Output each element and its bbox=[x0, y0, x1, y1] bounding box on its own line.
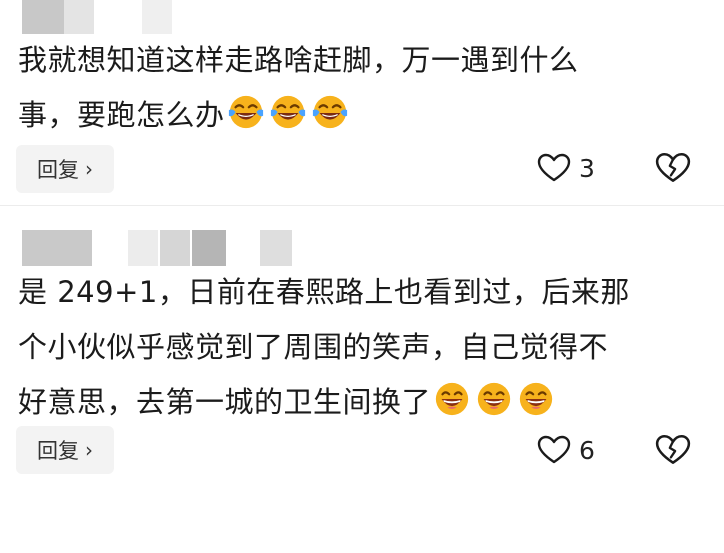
reply-button[interactable]: 回复 › bbox=[16, 145, 114, 193]
chevron-right-icon: › bbox=[85, 438, 93, 462]
comment-line: 是 249+1，日前在春熙路上也看到过，后来那 bbox=[18, 275, 630, 309]
comment-text: 我就想知道这样走路啥赶脚，万一遇到什么 事，要跑怎么办 bbox=[18, 33, 698, 143]
comment-line: 我就想知道这样走路啥赶脚，万一遇到什么 bbox=[18, 43, 579, 77]
comment-text: 是 249+1，日前在春熙路上也看到过，后来那 个小伙似乎感觉到了周围的笑声，自… bbox=[18, 265, 698, 430]
like-count: 3 bbox=[579, 153, 595, 183]
like-button[interactable]: 6 bbox=[537, 430, 595, 470]
grinning-emoji-icon bbox=[433, 380, 471, 418]
laughing-tears-emoji-icon bbox=[269, 93, 307, 131]
laughing-tears-emoji-icon bbox=[227, 93, 265, 131]
heart-icon bbox=[537, 153, 571, 183]
comment-line: 个小伙似乎感觉到了周围的笑声，自己觉得不 bbox=[18, 330, 609, 364]
broken-heart-icon[interactable] bbox=[655, 150, 691, 186]
like-button[interactable]: 3 bbox=[537, 148, 595, 188]
grinning-emoji-icon bbox=[517, 380, 555, 418]
grinning-emoji-icon bbox=[475, 380, 513, 418]
laughing-tears-emoji-icon bbox=[311, 93, 349, 131]
reply-label: 回复 bbox=[37, 158, 79, 182]
like-count: 6 bbox=[579, 435, 595, 465]
reply-label: 回复 bbox=[37, 439, 79, 463]
comment-line: 事，要跑怎么办 bbox=[18, 98, 225, 132]
broken-heart-icon[interactable] bbox=[655, 432, 691, 468]
chevron-right-icon: › bbox=[85, 157, 93, 181]
reply-button[interactable]: 回复 › bbox=[16, 426, 114, 474]
divider bbox=[0, 205, 724, 206]
comment-line: 好意思，去第一城的卫生间换了 bbox=[18, 385, 432, 419]
heart-icon bbox=[537, 435, 571, 465]
